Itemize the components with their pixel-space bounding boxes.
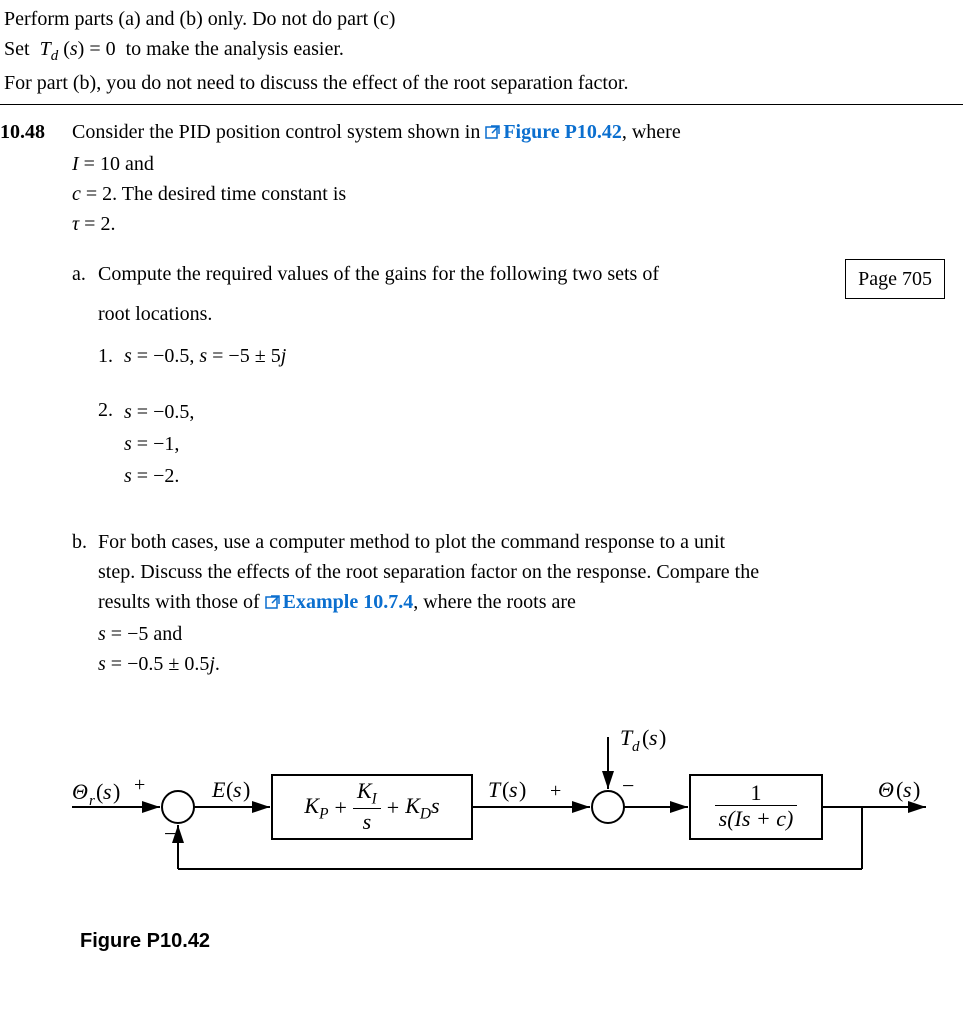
- instructions-block: Perform parts (a) and (b) only. Do not d…: [0, 0, 963, 105]
- part-b-text-1: For both cases, use a computer method to…: [98, 527, 945, 557]
- svg-text:−: −: [622, 773, 634, 798]
- given-2: c = 2. The desired time constant is: [72, 179, 945, 209]
- figure-link[interactable]: Figure P10.42: [503, 121, 622, 143]
- item1-text: s = −0.5, s = −5 ± 5j: [124, 341, 945, 371]
- instruction-line-1: Perform parts (a) and (b) only. Do not d…: [4, 4, 955, 34]
- problem-block: 10.48 Consider the PID position control …: [0, 105, 963, 976]
- block-diagram-figure: Θr(s) + − E(s) KP + KIs + KDs: [72, 719, 945, 956]
- svg-text:s: s: [233, 777, 242, 802]
- figure-caption: Figure P10.42: [80, 926, 945, 956]
- svg-text:Θ: Θ: [878, 777, 894, 802]
- part-a: a. Compute the required values of the ga…: [72, 259, 945, 491]
- item1-label: 1.: [98, 341, 124, 371]
- part-b-root-2: s = −0.5 ± 0.5j.: [98, 649, 945, 679]
- part-b-root-1: s = −5 and: [98, 619, 945, 649]
- svg-text:−: −: [164, 821, 176, 846]
- given-1: I = 10 and: [72, 149, 945, 179]
- svg-text:s: s: [903, 777, 912, 802]
- part-b-text-2: step. Discuss the effects of the root se…: [98, 557, 945, 587]
- example-link[interactable]: Example 10.7.4: [283, 591, 414, 613]
- part-a-text-1: Compute the required values of the gains…: [98, 263, 659, 285]
- part-a-label: a.: [72, 259, 98, 491]
- item2-line-3: s = −2.: [124, 461, 945, 491]
- svg-text:): ): [913, 777, 920, 802]
- svg-text:): ): [113, 779, 120, 804]
- lead-pre: Consider the PID position control system…: [72, 121, 485, 143]
- svg-text:): ): [243, 777, 250, 802]
- lead-post: , where: [622, 121, 681, 143]
- problem-number: 10.48: [0, 117, 72, 147]
- part-a-item-1: 1. s = −0.5, s = −5 ± 5j: [98, 341, 945, 371]
- svg-text:s: s: [509, 777, 518, 802]
- svg-text:s: s: [103, 779, 112, 804]
- part-a-item-2: 2. s = −0.5, s = −1, s = −2.: [98, 395, 945, 491]
- given-3: τ = 2.: [72, 209, 945, 239]
- part-a-text-2: root locations.: [98, 299, 945, 329]
- item2-line-2: s = −1,: [124, 429, 945, 459]
- svg-text:): ): [519, 777, 526, 802]
- part-b-label: b.: [72, 527, 98, 679]
- external-link-icon: [265, 589, 281, 619]
- problem-body: Consider the PID position control system…: [72, 117, 955, 968]
- part-b-text3-post: , where the roots are: [413, 591, 576, 613]
- item2-label: 2.: [98, 395, 124, 491]
- svg-text:+: +: [134, 774, 145, 796]
- item2-line-1: s = −0.5,: [124, 397, 945, 427]
- part-b: b. For both cases, use a computer method…: [72, 527, 945, 679]
- instruction-line-2: Set Td (s) = 0 to make the analysis easi…: [4, 34, 955, 68]
- instruction-line-3: For part (b), you do not need to discuss…: [4, 68, 955, 98]
- part-b-text3-pre: results with those of: [98, 591, 265, 613]
- lead-sentence: Consider the PID position control system…: [72, 117, 945, 149]
- svg-text:): ): [659, 725, 666, 750]
- page-badge: Page 705: [845, 259, 945, 299]
- svg-text:E: E: [211, 777, 226, 802]
- svg-text:Θ: Θ: [72, 779, 88, 804]
- svg-text:+: +: [550, 780, 561, 802]
- part-b-text-3: results with those of Example 10.7.4, wh…: [98, 587, 945, 619]
- external-link-icon: [485, 119, 501, 149]
- svg-text:d: d: [632, 739, 640, 755]
- svg-text:T: T: [488, 777, 502, 802]
- svg-text:s: s: [649, 725, 658, 750]
